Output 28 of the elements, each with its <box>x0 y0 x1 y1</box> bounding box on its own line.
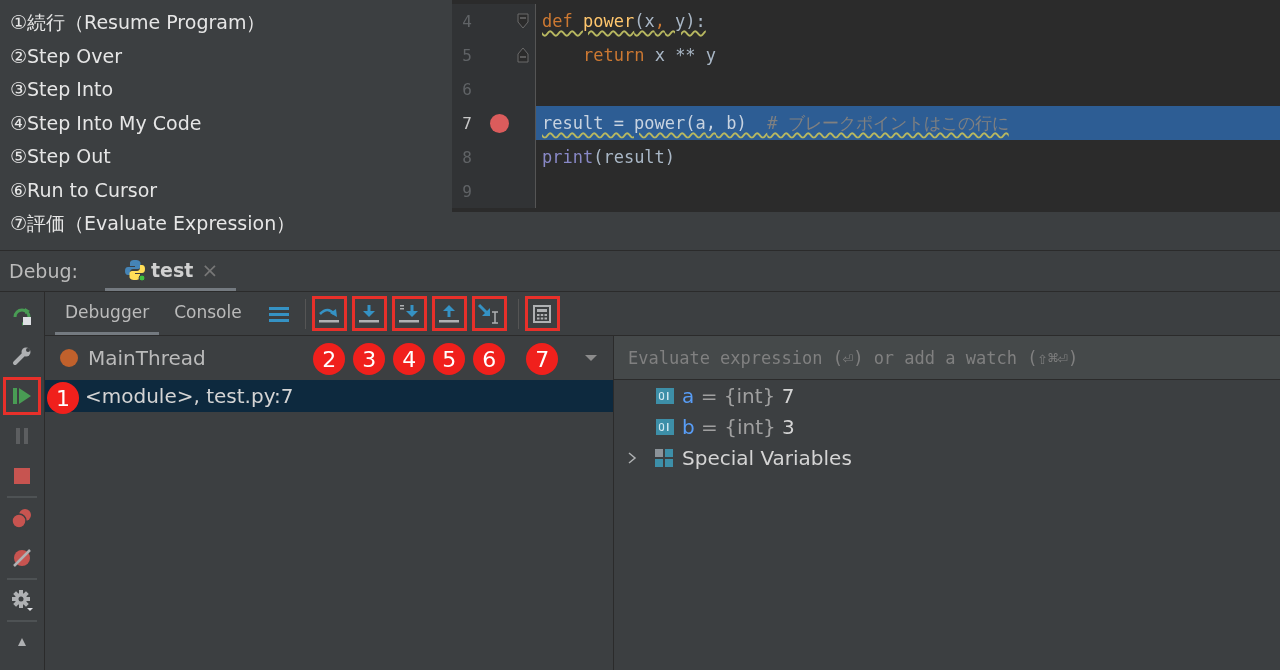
thread-name: MainThread <box>88 346 206 370</box>
legend-text: ③Step Into <box>10 77 115 102</box>
code-line: return x ** y <box>582 45 717 65</box>
callout-number: 4 <box>393 343 426 375</box>
legend-text: ⑦評価（Evaluate Expression） <box>10 211 297 236</box>
panel-tab[interactable]: Debugger <box>55 292 160 335</box>
debug-label: Debug: <box>8 260 79 282</box>
legend-text: ⑤Step Out <box>10 144 112 169</box>
code-line: result = power(a, b) # ブレークポイントはこの行に <box>542 111 1009 135</box>
panel-tab[interactable]: Console <box>164 292 252 335</box>
variable-entry[interactable]: b = {int} 3 <box>682 414 795 439</box>
debug-session-tab[interactable]: test × <box>105 251 237 291</box>
callout-number: 6 <box>473 343 506 375</box>
close-icon[interactable]: × <box>201 257 219 282</box>
legend-text: ①続行（Resume Program） <box>10 10 267 35</box>
evaluate-expression-field[interactable]: Evaluate expression (⏎) or add a watch (⇧⌘⏎) <box>614 336 1280 380</box>
callout-number: 2 <box>313 343 346 375</box>
variable-entry[interactable]: a = {int} 7 <box>682 383 795 408</box>
code-line: print(result) <box>542 147 676 167</box>
legend-text: ④Step Into My Code <box>10 110 203 136</box>
callout-number: 3 <box>353 343 386 375</box>
callout-number: 7 <box>526 343 559 375</box>
variable-group[interactable]: Special Variables <box>682 445 852 470</box>
legend-text: ⑥Run to Cursor <box>10 177 159 203</box>
legend-text: ②Step Over <box>10 43 124 69</box>
code-line: def power(x, y): <box>542 11 706 31</box>
callout-number: 5 <box>433 343 466 375</box>
line-number: 7 <box>461 113 473 133</box>
